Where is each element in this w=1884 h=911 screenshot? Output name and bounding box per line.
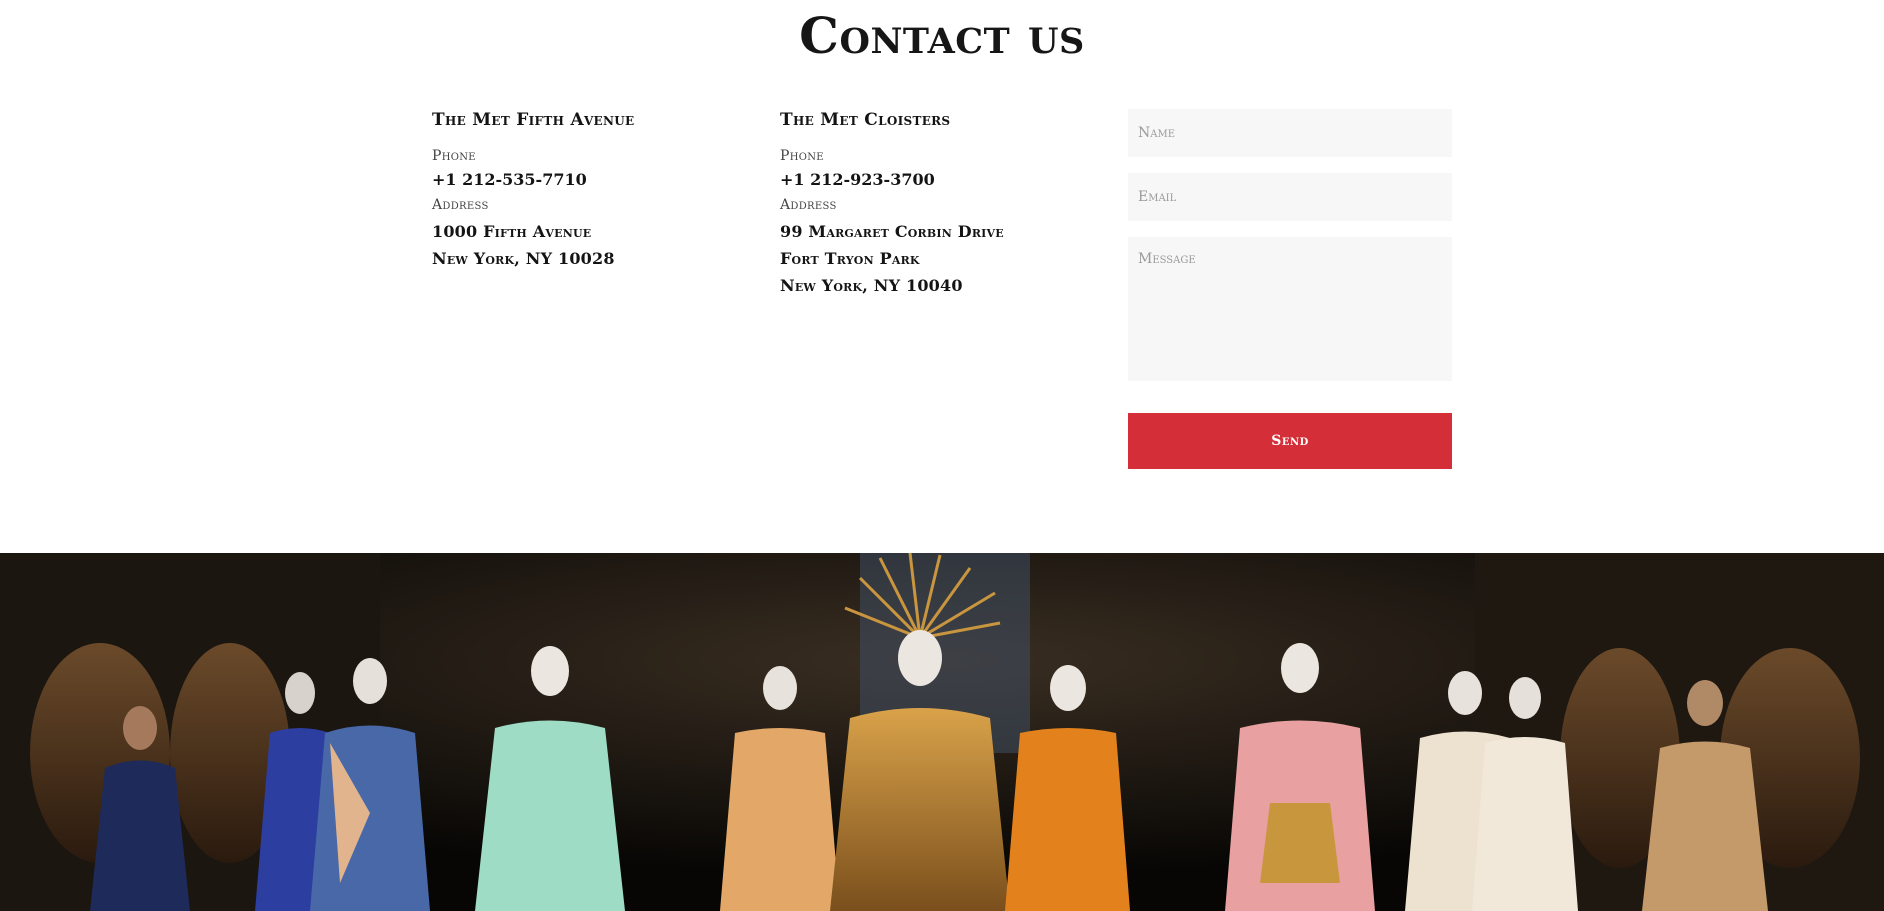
phone-number: +1 212-923-3700 bbox=[780, 170, 935, 189]
venue-name: The Met Cloisters bbox=[780, 110, 951, 130]
location-cloisters: The Met Cloisters Phone +1 212-923-3700 … bbox=[780, 110, 1100, 299]
location-fifth-avenue: The Met Fifth Avenue Phone +1 212-535-77… bbox=[432, 110, 752, 272]
email-input[interactable] bbox=[1128, 173, 1452, 221]
send-button[interactable]: Send bbox=[1128, 413, 1452, 469]
phone-number: +1 212-535-7710 bbox=[432, 170, 587, 189]
venue-name: The Met Fifth Avenue bbox=[432, 110, 635, 130]
address-label: Address bbox=[432, 197, 489, 213]
page-title: Contact us bbox=[799, 6, 1085, 65]
phone-label: Phone bbox=[432, 148, 476, 164]
address-label: Address bbox=[780, 197, 837, 213]
address-line: 1000 Fifth Avenue bbox=[432, 222, 592, 241]
name-input[interactable] bbox=[1128, 109, 1452, 157]
address-line: 99 Margaret Corbin Drive bbox=[780, 222, 1004, 241]
exhibition-photo bbox=[0, 553, 1884, 911]
address-line: New York, NY 10028 bbox=[432, 249, 615, 268]
contact-form: Send bbox=[1128, 109, 1452, 469]
address: 99 Margaret Corbin Drive Fort Tryon Park… bbox=[780, 218, 1100, 299]
message-input[interactable] bbox=[1128, 237, 1452, 381]
address-line: Fort Tryon Park bbox=[780, 249, 920, 268]
address: 1000 Fifth Avenue New York, NY 10028 bbox=[432, 218, 752, 272]
address-line: New York, NY 10040 bbox=[780, 276, 963, 295]
phone-label: Phone bbox=[780, 148, 824, 164]
